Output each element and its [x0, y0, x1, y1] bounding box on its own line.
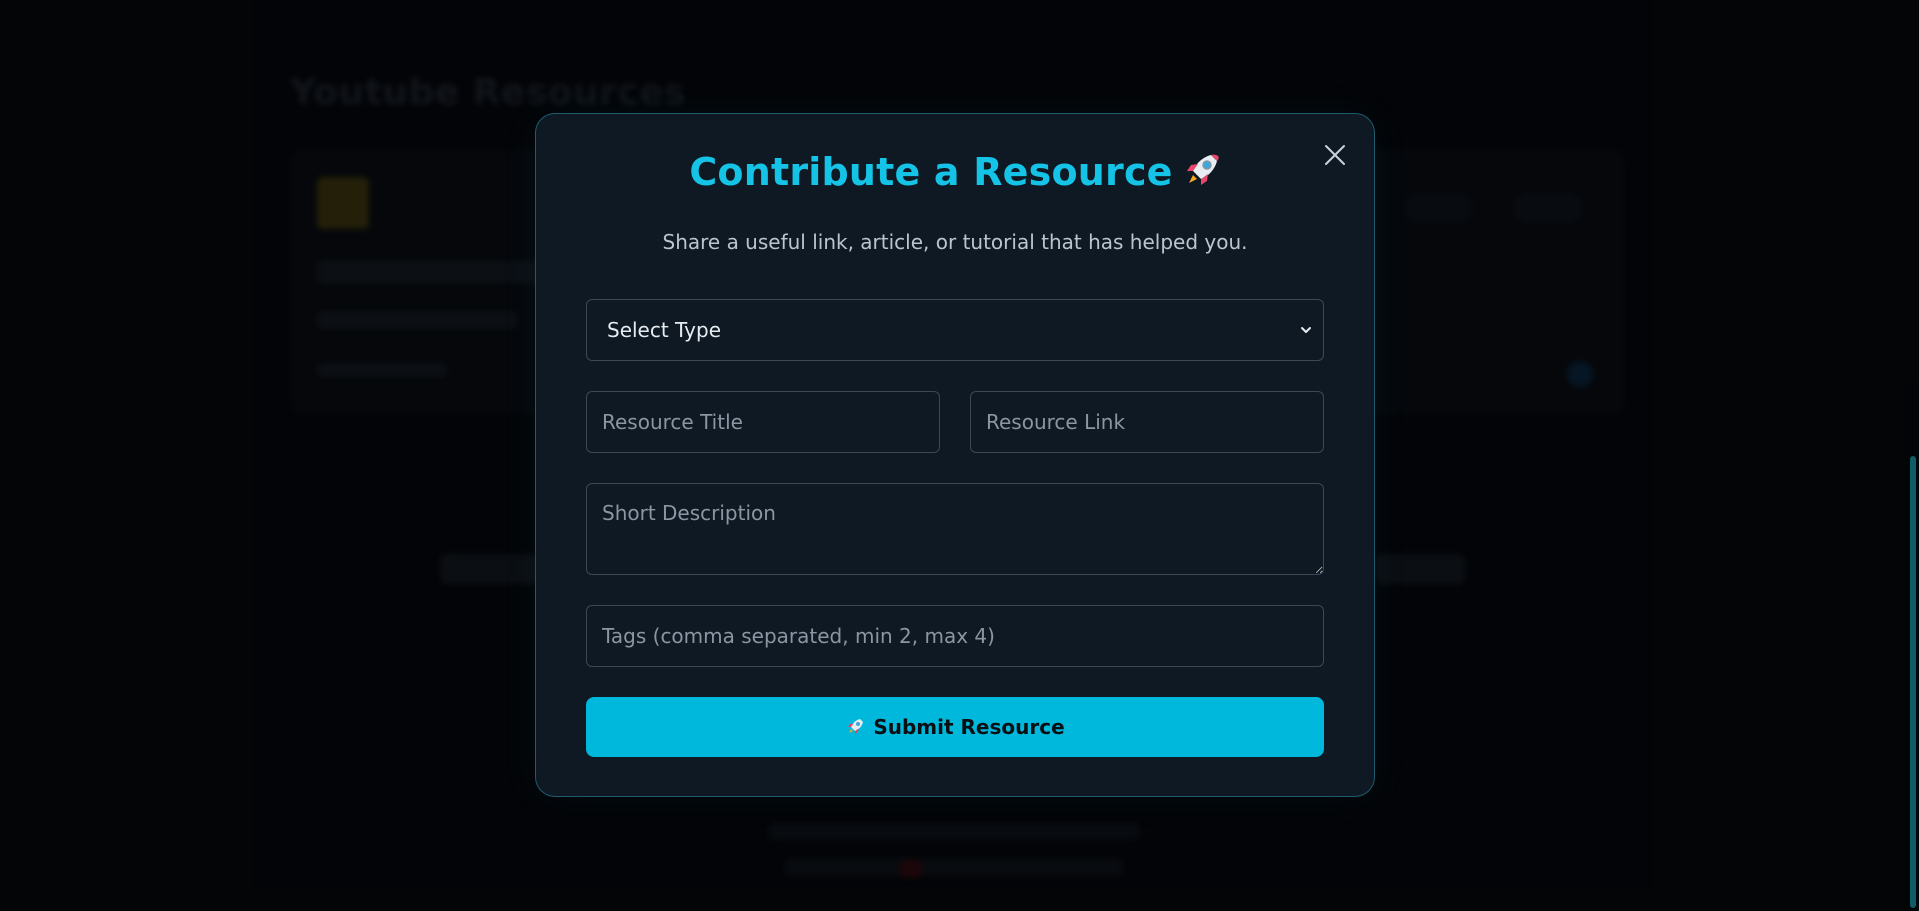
modal-title: Contribute a Resource — [536, 150, 1374, 194]
rocket-icon — [1186, 154, 1219, 185]
contribute-resource-modal: Contribute a Resource Share a useful lin… — [535, 113, 1375, 797]
rocket-icon — [848, 719, 864, 734]
resource-type-selected: Select Type — [607, 318, 721, 342]
tags-input[interactable] — [586, 605, 1324, 667]
submit-resource-button[interactable]: Submit Resource — [586, 697, 1324, 757]
scrollbar-thumb[interactable] — [1910, 456, 1916, 908]
resource-title-input[interactable] — [586, 391, 940, 453]
resource-link-input[interactable] — [970, 391, 1324, 453]
submit-resource-label: Submit Resource — [873, 715, 1065, 739]
short-description-textarea[interactable] — [586, 483, 1324, 575]
resource-type-select[interactable]: Select Type — [586, 299, 1324, 361]
modal-subtitle: Share a useful link, article, or tutoria… — [662, 230, 1248, 254]
modal-title-text: Contribute a Resource — [689, 150, 1173, 194]
chevron-down-icon — [1301, 327, 1311, 333]
